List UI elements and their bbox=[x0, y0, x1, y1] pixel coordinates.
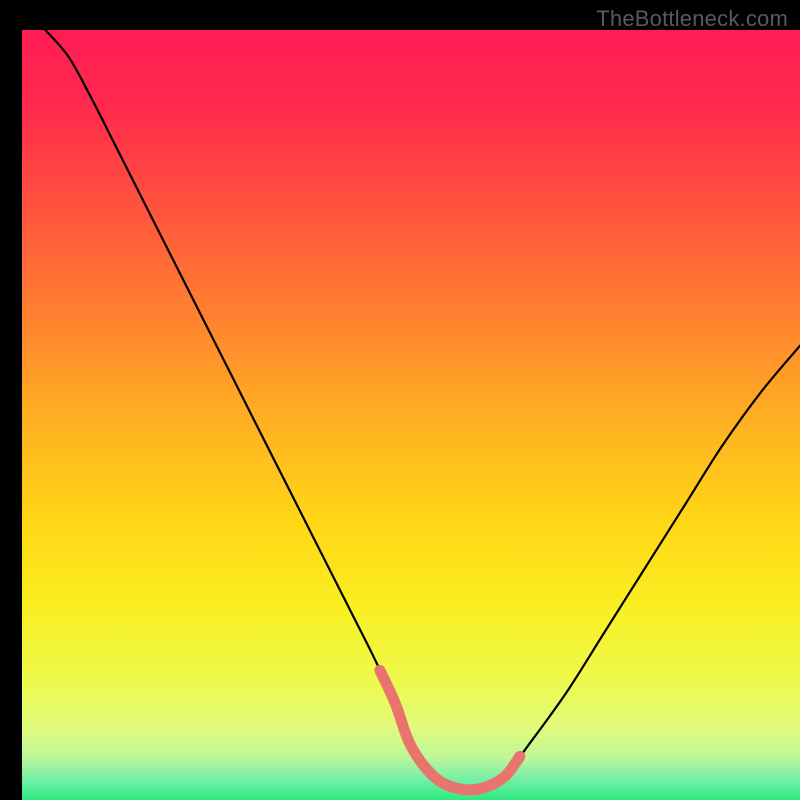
gradient-background bbox=[22, 30, 800, 800]
bottleneck-chart bbox=[0, 0, 800, 800]
chart-frame: TheBottleneck.com bbox=[0, 0, 800, 800]
